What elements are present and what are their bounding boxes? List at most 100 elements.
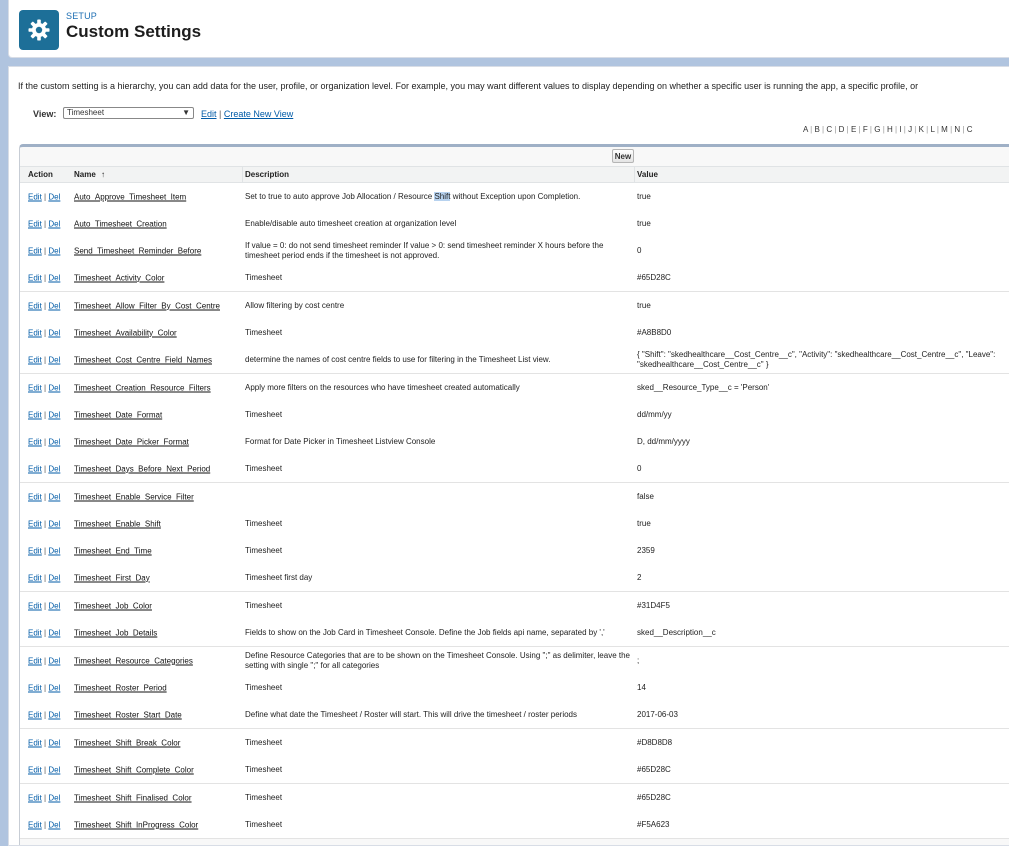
row-delete-link[interactable]: Del	[48, 519, 60, 528]
alpha-filter-letter[interactable]: M	[941, 125, 948, 134]
row-name-link[interactable]: Timesheet_Shift_Complete_Color	[74, 765, 194, 774]
row-name-link[interactable]: Timesheet_Date_Picker_Format	[74, 437, 189, 446]
row-edit-link[interactable]: Edit	[28, 710, 42, 719]
row-action-separator: |	[44, 820, 47, 829]
row-edit-link[interactable]: Edit	[28, 273, 42, 282]
row-edit-link[interactable]: Edit	[28, 519, 42, 528]
row-name-link[interactable]: Timesheet_Activity_Color	[74, 273, 164, 282]
col-header-description[interactable]: Description	[242, 167, 633, 182]
col-header-action[interactable]: Action	[28, 170, 53, 179]
row-edit-link[interactable]: Edit	[28, 793, 42, 802]
row-delete-link[interactable]: Del	[48, 683, 60, 692]
row-delete-link[interactable]: Del	[48, 328, 60, 337]
row-delete-link[interactable]: Del	[48, 820, 60, 829]
row-name-link[interactable]: Timesheet_Shift_Finalised_Color	[74, 793, 192, 802]
row-edit-link[interactable]: Edit	[28, 301, 42, 310]
row-actions: Edit | Del	[28, 355, 60, 364]
row-delete-link[interactable]: Del	[48, 656, 60, 665]
row-action-separator: |	[44, 738, 47, 747]
row-name-link[interactable]: Auto_Approve_Timesheet_Item	[74, 192, 186, 201]
row-edit-link[interactable]: Edit	[28, 355, 42, 364]
row-delete-link[interactable]: Del	[48, 355, 60, 364]
row-name-link[interactable]: Timesheet_Availability_Color	[74, 328, 177, 337]
row-value: 2017-06-03	[637, 709, 678, 719]
row-description-text: Timesheet	[245, 600, 283, 610]
row-description: determine the names of cost centre field…	[245, 355, 631, 365]
row-name-cell: Timesheet_Shift_InProgress_Color	[74, 820, 198, 829]
row-delete-link[interactable]: Del	[48, 301, 60, 310]
col-header-name[interactable]: Name ↑	[74, 170, 105, 179]
edit-view-link[interactable]: Edit	[201, 109, 217, 119]
row-name-cell: Timesheet_Cost_Centre_Field_Names	[74, 355, 212, 364]
row-name-link[interactable]: Timesheet_Cost_Centre_Field_Names	[74, 355, 212, 364]
create-new-view-link[interactable]: Create New View	[224, 109, 293, 119]
row-value: #65D28C	[637, 792, 671, 802]
row-delete-link[interactable]: Del	[48, 246, 60, 255]
row-delete-link[interactable]: Del	[48, 410, 60, 419]
row-edit-link[interactable]: Edit	[28, 464, 42, 473]
row-delete-link[interactable]: Del	[48, 765, 60, 774]
row-edit-link[interactable]: Edit	[28, 492, 42, 501]
row-name-link[interactable]: Timesheet_End_Time	[74, 546, 152, 555]
row-edit-link[interactable]: Edit	[28, 628, 42, 637]
row-description-text: Apply more filters on the resources who …	[245, 382, 520, 392]
row-edit-link[interactable]: Edit	[28, 328, 42, 337]
row-name-link[interactable]: Timesheet_Creation_Resource_Filters	[74, 383, 211, 392]
row-delete-link[interactable]: Del	[48, 573, 60, 582]
row-description-text: Timesheet	[245, 272, 283, 282]
row-name-link[interactable]: Timesheet_Job_Details	[74, 628, 157, 637]
row-name-link[interactable]: Timesheet_Shift_InProgress_Color	[74, 820, 198, 829]
new-button[interactable]: New	[612, 149, 634, 163]
row-delete-link[interactable]: Del	[48, 710, 60, 719]
row-name-cell: Send_Timesheet_Reminder_Before	[74, 246, 201, 255]
row-name-link[interactable]: Timesheet_Roster_Period	[74, 683, 167, 692]
row-edit-link[interactable]: Edit	[28, 192, 42, 201]
row-delete-link[interactable]: Del	[48, 383, 60, 392]
alpha-filter-letter[interactable]: C	[967, 125, 973, 134]
row-delete-link[interactable]: Del	[48, 219, 60, 228]
col-header-value[interactable]: Value	[634, 167, 1009, 182]
row-edit-link[interactable]: Edit	[28, 410, 42, 419]
row-name-link[interactable]: Timesheet_Resource_Categories	[74, 656, 193, 665]
row-edit-link[interactable]: Edit	[28, 683, 42, 692]
row-delete-link[interactable]: Del	[48, 192, 60, 201]
row-value: true	[637, 218, 651, 228]
row-name-link[interactable]: Timesheet_Days_Before_Next_Period	[74, 464, 210, 473]
row-description-text: Timesheet first day	[245, 572, 313, 582]
row-delete-link[interactable]: Del	[48, 738, 60, 747]
row-name-link[interactable]: Timesheet_Date_Format	[74, 410, 162, 419]
row-edit-link[interactable]: Edit	[28, 601, 42, 610]
row-name-link[interactable]: Send_Timesheet_Reminder_Before	[74, 246, 201, 255]
row-value: #65D28C	[637, 764, 671, 774]
row-name-link[interactable]: Timesheet_First_Day	[74, 573, 150, 582]
row-delete-link[interactable]: Del	[48, 793, 60, 802]
row-edit-link[interactable]: Edit	[28, 437, 42, 446]
row-delete-link[interactable]: Del	[48, 492, 60, 501]
view-select[interactable]: Timesheet ▼	[63, 107, 194, 119]
row-name-link[interactable]: Timesheet_Enable_Shift	[74, 519, 161, 528]
row-edit-link[interactable]: Edit	[28, 820, 42, 829]
row-action-separator: |	[44, 573, 47, 582]
row-edit-link[interactable]: Edit	[28, 765, 42, 774]
row-delete-link[interactable]: Del	[48, 437, 60, 446]
row-delete-link[interactable]: Del	[48, 273, 60, 282]
row-delete-link[interactable]: Del	[48, 601, 60, 610]
row-edit-link[interactable]: Edit	[28, 738, 42, 747]
row-delete-link[interactable]: Del	[48, 464, 60, 473]
row-delete-link[interactable]: Del	[48, 628, 60, 637]
row-edit-link[interactable]: Edit	[28, 656, 42, 665]
row-name-link[interactable]: Auto_Timesheet_Creation	[74, 219, 167, 228]
row-name-link[interactable]: Timesheet_Enable_Service_Filter	[74, 492, 194, 501]
row-name-link[interactable]: Timesheet_Roster_Start_Date	[74, 710, 182, 719]
row-name-link[interactable]: Timesheet_Shift_Break_Color	[74, 738, 180, 747]
row-edit-link[interactable]: Edit	[28, 383, 42, 392]
row-name-link[interactable]: Timesheet_Job_Color	[74, 601, 152, 610]
row-edit-link[interactable]: Edit	[28, 219, 42, 228]
row-name-link[interactable]: Timesheet_Allow_Filter_By_Cost_Centre	[74, 301, 220, 310]
row-edit-link[interactable]: Edit	[28, 246, 42, 255]
row-delete-link[interactable]: Del	[48, 546, 60, 555]
table-row: Edit | Del Timesheet_Days_Before_Next_Per…	[20, 455, 1009, 483]
view-select-value: Timesheet	[67, 108, 105, 117]
row-edit-link[interactable]: Edit	[28, 573, 42, 582]
row-edit-link[interactable]: Edit	[28, 546, 42, 555]
